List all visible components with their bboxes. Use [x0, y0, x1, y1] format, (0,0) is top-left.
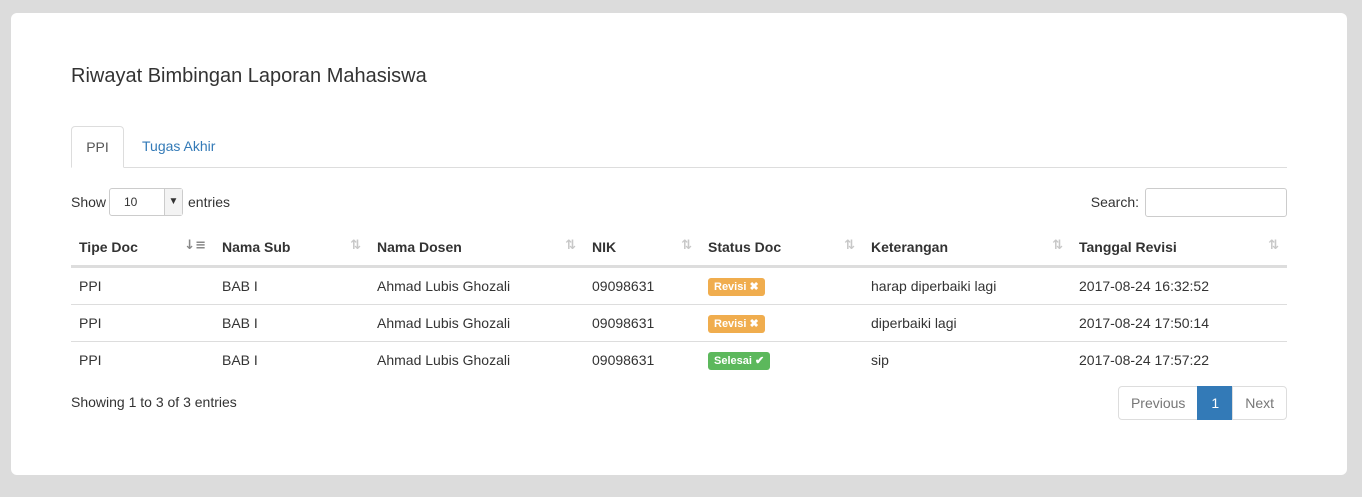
column-header-nama-dosen[interactable]: Nama Dosen ⇅	[369, 228, 584, 268]
cell-nama-dosen: Ahmad Lubis Ghozali	[369, 341, 584, 378]
search-label: Search:	[1090, 194, 1139, 210]
tab-ppi[interactable]: PPI	[71, 126, 124, 168]
cell-status-doc: Revisi ✖	[700, 267, 863, 305]
table-info: Showing 1 to 3 of 3 entries	[71, 394, 237, 410]
cell-nama-sub: BAB I	[222, 278, 258, 294]
close-icon: ✖	[749, 317, 759, 330]
column-header-tanggal-revisi[interactable]: Tanggal Revisi ⇅	[1071, 228, 1287, 268]
column-header-keterangan[interactable]: Keterangan ⇅	[863, 228, 1071, 268]
chevron-down-icon: ▼	[164, 189, 182, 215]
cell-nik: 09098631	[584, 304, 700, 342]
table-header-row: Tipe Doc ↓≡ Nama Sub ⇅ Nama Dosen ⇅ NIK ⇅ St…	[71, 228, 1287, 268]
sort-both-icon: ⇅	[844, 238, 855, 253]
status-badge: Revisi ✖	[708, 277, 765, 296]
table-row: PPI BAB I Ahmad Lubis Ghozali 09098631 R…	[71, 304, 1287, 342]
guidance-history-table: Tipe Doc ↓≡ Nama Sub ⇅ Nama Dosen ⇅ NIK ⇅ St…	[71, 228, 1287, 378]
column-header-nama-sub[interactable]: Nama Sub ⇅	[214, 228, 369, 268]
entries-label: entries	[188, 194, 231, 210]
column-header-tipe-doc[interactable]: Tipe Doc ↓≡	[71, 228, 214, 268]
column-header-label: NIK	[592, 238, 617, 255]
cell-tipe-doc: PPI	[71, 304, 214, 342]
close-icon: ✖	[749, 280, 759, 293]
status-badge: Selesai ✔	[708, 351, 771, 370]
sort-ascending-icon: ↓≡	[184, 238, 206, 253]
status-badge: Revisi ✖	[708, 314, 765, 333]
column-header-nik[interactable]: NIK ⇅	[584, 228, 700, 268]
previous-page-button[interactable]: Previous	[1117, 386, 1199, 420]
column-header-label: Tanggal Revisi	[1079, 238, 1177, 255]
pagination: Previous 1 Next	[1117, 386, 1287, 420]
entries-length-control: Show 10 ▼ entries	[71, 188, 230, 217]
status-badge-label: Revisi	[714, 280, 747, 293]
show-label: Show	[71, 194, 107, 210]
cell-nik: 09098631	[592, 278, 655, 294]
cell-nama-sub: BAB I	[214, 304, 369, 342]
cell-tanggal-revisi: 2017-08-24 17:50:14	[1071, 304, 1287, 342]
sort-both-icon: ⇅	[565, 238, 576, 253]
page-title: Riwayat Bimbingan Laporan Mahasiswa	[71, 65, 427, 87]
search-input[interactable]	[1145, 188, 1287, 217]
sort-both-icon: ⇅	[350, 238, 361, 253]
cell-tanggal-revisi: 2017-08-24 17:57:22	[1071, 341, 1287, 378]
page-1-button[interactable]: 1	[1197, 386, 1234, 420]
column-header-label: Nama Sub	[222, 238, 291, 255]
column-header-label: Tipe Doc	[79, 238, 138, 255]
check-icon: ✔	[754, 354, 765, 367]
table-row: PPI BAB I Ahmad Lubis Ghozali 09098631 S…	[71, 341, 1287, 378]
sort-both-icon: ⇅	[1052, 238, 1063, 253]
cell-tanggal-revisi: 2017-08-24 16:32:52	[1079, 278, 1209, 294]
cell-status-doc: Selesai ✔	[700, 341, 863, 378]
cell-nama-sub: BAB I	[214, 341, 369, 378]
cell-status-doc: Revisi ✖	[700, 304, 863, 342]
status-badge-label: Selesai	[714, 354, 752, 367]
cell-keterangan: sip	[863, 341, 1071, 378]
next-page-button[interactable]: Next	[1232, 386, 1287, 420]
cell-keterangan: diperbaiki lagi	[863, 304, 1071, 342]
cell-keterangan: harap diperbaiki lagi	[871, 278, 997, 294]
column-header-status-doc[interactable]: Status Doc ⇅	[700, 228, 863, 268]
cell-nama-dosen: Ahmad Lubis Ghozali	[377, 278, 511, 294]
entries-select-value: 10	[124, 195, 138, 209]
column-header-label: Status Doc	[708, 238, 782, 255]
content-card: Riwayat Bimbingan Laporan Mahasiswa PPI …	[11, 13, 1347, 475]
entries-select[interactable]: 10 ▼	[109, 188, 183, 216]
tab-bar: PPI Tugas Akhir	[71, 126, 1287, 168]
table-row: PPI BAB I Ahmad Lubis Ghozali 09098631 R…	[71, 267, 1287, 305]
cell-nama-dosen: Ahmad Lubis Ghozali	[369, 304, 584, 342]
cell-tipe-doc: PPI	[71, 341, 214, 378]
cell-tipe-doc: PPI	[79, 278, 102, 294]
tab-tugas-akhir[interactable]: Tugas Akhir	[142, 126, 215, 167]
column-header-label: Keterangan	[871, 238, 949, 255]
cell-nik: 09098631	[584, 341, 700, 378]
status-badge-label: Revisi	[714, 317, 747, 330]
sort-both-icon: ⇅	[1268, 238, 1279, 253]
sort-both-icon: ⇅	[681, 238, 692, 253]
column-header-label: Nama Dosen	[377, 238, 462, 255]
